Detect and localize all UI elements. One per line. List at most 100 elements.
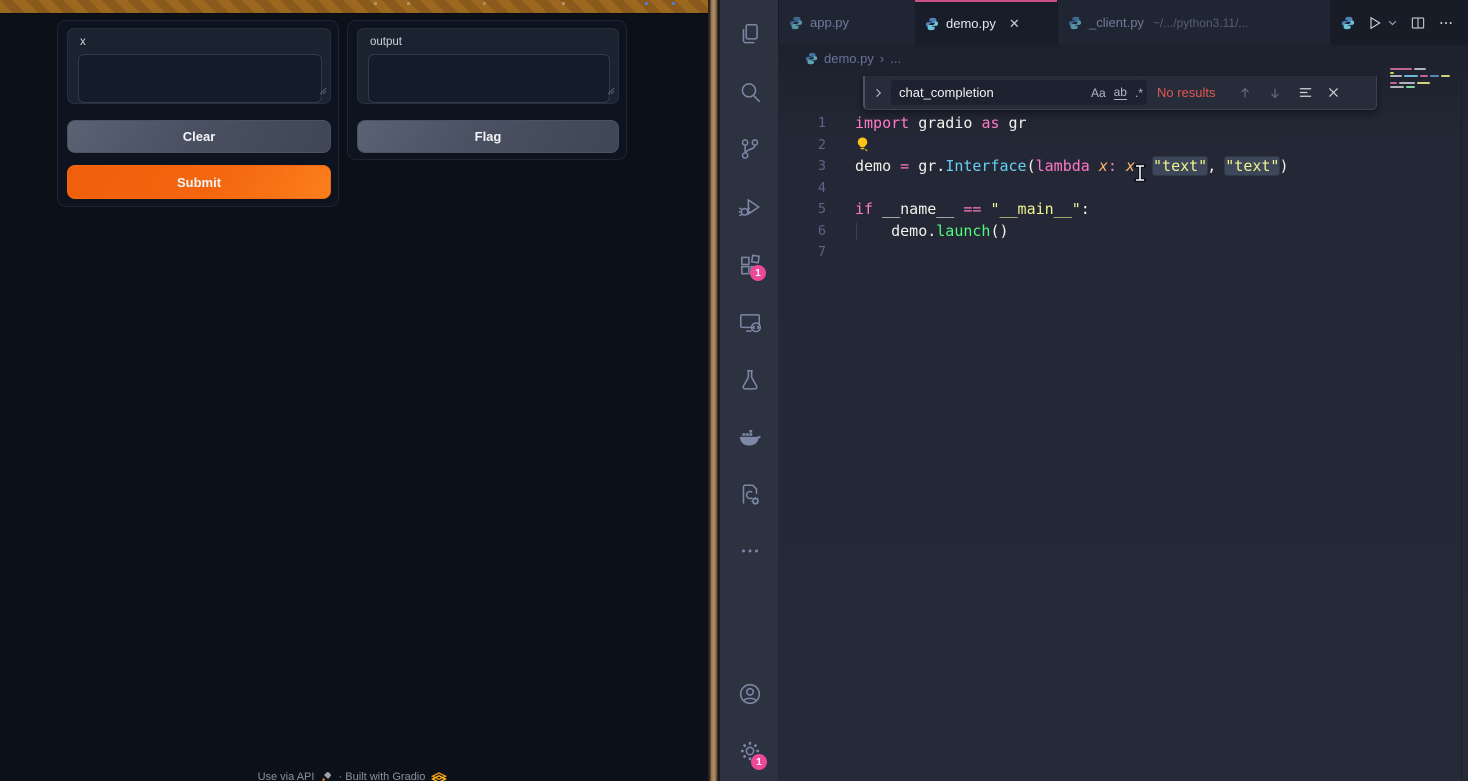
regex-toggle[interactable]: .*: [1135, 86, 1143, 100]
code-action-lightbulb-icon[interactable]: [855, 136, 870, 159]
toolbar-speck: [483, 2, 486, 5]
find-collapse-chevron-icon[interactable]: [865, 87, 891, 99]
accounts-icon[interactable]: [737, 681, 763, 707]
line-number: 1: [778, 113, 826, 135]
output-label: output: [370, 36, 402, 48]
vscode-window: 1 1 app.py demo.py ✕: [719, 0, 1468, 781]
find-input-wrap: Aa ab .*: [891, 80, 1147, 105]
resize-handle-icon[interactable]: [318, 82, 327, 100]
input-form-group: x: [67, 28, 331, 104]
desktop-gap: [708, 0, 719, 781]
output-textarea[interactable]: [368, 54, 610, 103]
indent-guide: [856, 223, 857, 241]
find-input[interactable]: [891, 85, 1049, 100]
close-find-icon[interactable]: [1327, 86, 1340, 99]
code-line: 6 demo.launch(): [778, 221, 1468, 243]
flag-button[interactable]: Flag: [357, 120, 619, 153]
input-textarea[interactable]: [78, 54, 322, 103]
code-line: 7: [778, 242, 1468, 264]
output-column-panel: output Flag: [347, 20, 627, 160]
editor-surface[interactable]: demo.py › ... Aa ab .* No results: [778, 45, 1468, 781]
flag-button-label: Flag: [475, 129, 502, 144]
code-line: 1 import gradio as gr: [778, 113, 1468, 135]
line-number: 3: [778, 156, 826, 178]
tab-label: _client.py: [1089, 15, 1144, 30]
minimap-edge: [1461, 45, 1462, 781]
find-in-selection-icon[interactable]: [1298, 85, 1313, 100]
built-with-gradio-link[interactable]: Built with Gradio: [345, 771, 425, 781]
line-number: 6: [778, 221, 826, 243]
code-line: 5 if __name__ == "__main__":: [778, 199, 1468, 221]
toolbar-speck: [645, 2, 648, 5]
tab-close-icon[interactable]: ✕: [1009, 16, 1020, 32]
gradio-footer: Use via API · Built with Gradio: [0, 771, 708, 781]
rocket-icon: [320, 771, 332, 781]
clear-button-label: Clear: [183, 129, 216, 144]
run-and-debug-icon[interactable]: [737, 194, 763, 220]
match-case-toggle[interactable]: Aa: [1091, 86, 1106, 100]
output-form-group: output: [357, 28, 619, 104]
run-dropdown-chevron-icon[interactable]: [1387, 17, 1398, 28]
line-number: 4: [778, 178, 826, 200]
tab-demo-py[interactable]: demo.py ✕: [915, 0, 1057, 45]
use-via-api-link[interactable]: Use via API: [258, 771, 315, 781]
code-line: 3demo = gr.Interface(lambda x: x, "text"…: [778, 156, 1468, 178]
find-widget: Aa ab .* No results: [863, 76, 1377, 110]
input-column-panel: x Clear Submit: [57, 20, 339, 207]
breadcrumb: demo.py › ...: [778, 45, 901, 71]
toolbar-speck: [374, 2, 377, 5]
code-text: if __name__ == "__main__":: [855, 199, 1090, 221]
submit-button-label: Submit: [177, 175, 221, 190]
more-actions-icon[interactable]: [1438, 15, 1454, 31]
more-views-icon[interactable]: [737, 538, 763, 564]
gradio-app-window: x Clear Submit output Flag Use via API ·: [0, 0, 708, 781]
whole-word-toggle[interactable]: ab: [1114, 85, 1127, 100]
submit-button[interactable]: Submit: [67, 165, 331, 199]
tab-label: demo.py: [946, 16, 996, 31]
toolbar-speck: [562, 2, 565, 5]
remote-explorer-icon[interactable]: [737, 310, 763, 336]
docker-icon[interactable]: [737, 425, 763, 451]
search-icon[interactable]: [737, 79, 763, 105]
python-file-icon: [805, 52, 818, 65]
tab-app-py[interactable]: app.py: [778, 0, 915, 45]
tab-description: ~/.../python3.11/...: [1153, 16, 1249, 30]
python-file-icon: [1068, 16, 1082, 30]
line-number: 7: [778, 242, 826, 264]
gradio-logo-icon: [431, 772, 447, 781]
browser-theme-strip: [0, 0, 708, 14]
editor-actions: [1330, 0, 1468, 45]
testing-beaker-icon[interactable]: [737, 367, 763, 393]
activity-bar: 1 1: [719, 0, 778, 781]
python-file-icon: [925, 17, 939, 31]
line-number: 5: [778, 199, 826, 221]
settings-badge: 1: [751, 754, 767, 770]
clear-button[interactable]: Clear: [67, 120, 331, 153]
input-label: x: [80, 36, 86, 48]
code-text: [855, 135, 870, 159]
code-line: 2: [778, 135, 1468, 157]
code-lines: 1 import gradio as gr23demo = gr.Interfac…: [778, 113, 1468, 264]
toolbar-speck: [407, 2, 410, 5]
toolbar-speck: [672, 2, 675, 5]
breadcrumb-more[interactable]: ...: [890, 51, 901, 66]
previous-match-icon[interactable]: [1238, 86, 1252, 100]
split-editor-icon[interactable]: [1410, 15, 1426, 31]
find-results-status: No results: [1157, 85, 1216, 100]
tab-client-py[interactable]: _client.py ~/.../python3.11/...: [1057, 0, 1285, 45]
breadcrumb-file[interactable]: demo.py: [824, 51, 874, 66]
next-match-icon[interactable]: [1268, 86, 1282, 100]
source-control-icon[interactable]: [737, 136, 763, 162]
cmake-tools-icon[interactable]: [737, 482, 763, 508]
minimap[interactable]: [1390, 68, 1452, 90]
python-interpreter-icon[interactable]: [1341, 16, 1355, 30]
breadcrumb-separator: ›: [880, 51, 884, 66]
extensions-badge: 1: [750, 265, 766, 281]
code-text: demo.launch(): [855, 221, 1009, 243]
resize-handle-icon[interactable]: [606, 82, 615, 100]
code-text: import gradio as gr: [855, 113, 1027, 135]
tab-label: app.py: [810, 15, 849, 30]
code-line: 4: [778, 178, 1468, 200]
explorer-icon[interactable]: [737, 21, 763, 47]
run-python-file-icon[interactable]: [1367, 15, 1383, 31]
